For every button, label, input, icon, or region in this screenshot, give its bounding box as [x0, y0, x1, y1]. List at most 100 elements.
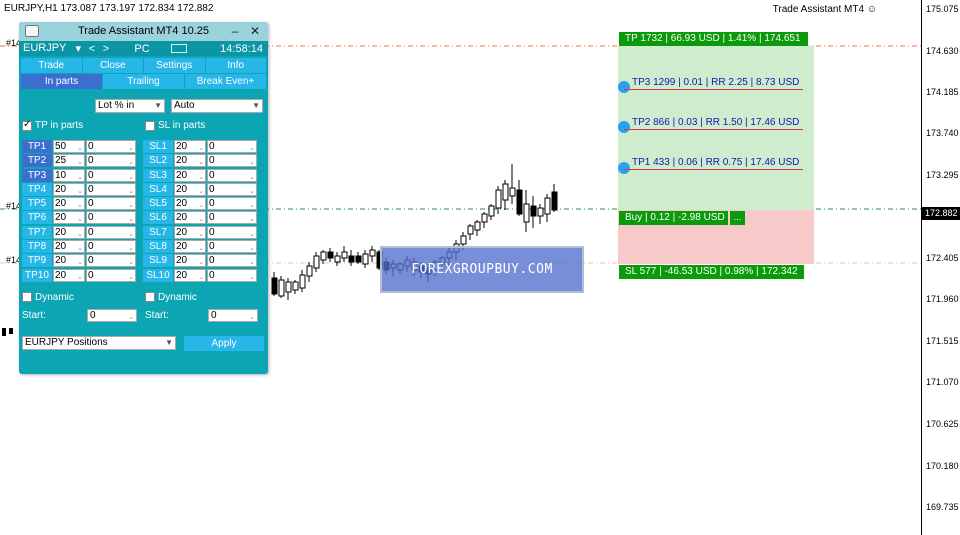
tp-row: TP1 50 ⌃ ⌄ 0 ⌃ ⌄: [22, 139, 136, 153]
tp-percent-input[interactable]: 20 ⌃ ⌄: [53, 239, 85, 254]
tab-settings[interactable]: Settings: [144, 58, 205, 73]
sl-percent-input[interactable]: 20 ⌃ ⌄: [174, 168, 206, 182]
tp-points-input[interactable]: 0 ⌃ ⌄: [86, 253, 136, 268]
dynamic-sl-checkbox[interactable]: Dynamic: [145, 292, 268, 303]
tp-level-button[interactable]: TP8: [22, 240, 52, 254]
sl-points-input[interactable]: 0 ⌃ ⌄: [207, 268, 257, 282]
tp-input-value: 0: [88, 255, 94, 267]
positions-select[interactable]: EURJPY Positions ▼: [22, 336, 176, 351]
tp-points-input[interactable]: 0 ⌃ ⌄: [86, 139, 136, 153]
prev-symbol-button[interactable]: <: [85, 43, 99, 55]
sl-input-value: 20: [176, 169, 188, 181]
sl-level-button[interactable]: SL2: [143, 154, 173, 168]
tp-points-input[interactable]: 0 ⌃ ⌄: [86, 168, 136, 182]
tp-points-input[interactable]: 0 ⌃ ⌄: [86, 239, 136, 254]
tp-points-input[interactable]: 0 ⌃ ⌄: [86, 182, 136, 196]
tp-level-button[interactable]: TP1: [22, 140, 52, 153]
symbol-select[interactable]: EURJPY ▾: [19, 42, 85, 55]
tp2-level[interactable]: TP2 866 | 0.03 | RR 1.50 | 17.46 USD: [624, 117, 804, 130]
sl-level-button[interactable]: SL5: [143, 197, 173, 211]
sl-percent-input[interactable]: 20 ⌃ ⌄: [174, 196, 206, 211]
tp-percent-input[interactable]: 20 ⌃ ⌄: [53, 225, 85, 239]
sl-points-input[interactable]: 0 ⌃ ⌄: [207, 196, 257, 211]
buy-tag[interactable]: Buy | 0.12 | -2.98 USD: [619, 211, 728, 225]
tab-trailing[interactable]: Trailing: [103, 74, 184, 89]
tp-level-button[interactable]: TP7: [22, 225, 52, 239]
sl-percent-input[interactable]: 20 ⌃ ⌄: [174, 225, 206, 239]
sl-percent-input[interactable]: 20 ⌃ ⌄: [174, 139, 206, 153]
sl-level-button[interactable]: SL1: [143, 140, 173, 153]
tp-points-input[interactable]: 0 ⌃ ⌄: [86, 268, 136, 282]
sl-points-input[interactable]: 0 ⌃ ⌄: [207, 253, 257, 268]
sl-points-input[interactable]: 0 ⌃ ⌄: [207, 225, 257, 239]
dynamic-tp-checkbox[interactable]: Dynamic: [22, 292, 145, 303]
close-button[interactable]: ✕: [246, 22, 264, 41]
apply-button[interactable]: Apply: [184, 335, 264, 351]
tp-level-button[interactable]: TP2: [22, 154, 52, 168]
tp1-level[interactable]: TP1 433 | 0.06 | RR 0.75 | 17.46 USD: [624, 157, 804, 170]
tab-in-parts[interactable]: In parts: [21, 74, 102, 89]
sl-level-button[interactable]: SL4: [143, 182, 173, 196]
sl-percent-input[interactable]: 20 ⌃ ⌄: [174, 182, 206, 196]
sl-level-button[interactable]: SL8: [143, 240, 173, 254]
tp-points-input[interactable]: 0 ⌃ ⌄: [86, 196, 136, 211]
sl-level-button[interactable]: SL9: [143, 254, 173, 268]
sl-percent-input[interactable]: 20 ⌃ ⌄: [174, 253, 206, 268]
sl-percent-input[interactable]: 20 ⌃ ⌄: [174, 210, 206, 225]
tp-percent-input[interactable]: 20 ⌃ ⌄: [53, 210, 85, 225]
tp-percent-input[interactable]: 50 ⌃ ⌄: [53, 139, 85, 153]
next-symbol-button[interactable]: >: [99, 43, 113, 55]
tab-close[interactable]: Close: [82, 58, 143, 73]
start-input-sl[interactable]: 0 ⌃ ⌄: [208, 308, 258, 322]
minimize-button[interactable]: –: [226, 22, 244, 41]
start-input-tp[interactable]: 0 ⌃ ⌄: [87, 308, 137, 322]
tp-percent-input[interactable]: 20 ⌃ ⌄: [53, 182, 85, 196]
auto-mode-select[interactable]: Auto ▼: [171, 99, 263, 113]
sl-percent-input[interactable]: 20 ⌃ ⌄: [174, 239, 206, 254]
sl-points-input[interactable]: 0 ⌃ ⌄: [207, 239, 257, 254]
tp-percent-input[interactable]: 10 ⌃ ⌄: [53, 168, 85, 182]
buy-more-button[interactable]: ...: [730, 211, 745, 225]
tp-level-button[interactable]: TP10: [22, 268, 52, 282]
sl-points-input[interactable]: 0 ⌃ ⌄: [207, 153, 257, 168]
keyboard-icon[interactable]: [171, 44, 187, 53]
mode-label[interactable]: PC: [113, 43, 171, 55]
tp3-level[interactable]: TP3 1299 | 0.01 | RR 2.25 | 8.73 USD: [624, 77, 804, 90]
tp-in-parts-checkbox[interactable]: TP in parts: [22, 119, 145, 131]
spinner-icon: ⌃ ⌄: [77, 239, 83, 253]
sl-level-button[interactable]: SL3: [143, 168, 173, 182]
tp-level-button[interactable]: TP9: [22, 254, 52, 268]
tp-percent-input[interactable]: 20 ⌃ ⌄: [53, 196, 85, 211]
sl-tag[interactable]: SL 577 | -46.53 USD | 0.98% | 172.342: [619, 265, 804, 279]
tab-break-even[interactable]: Break Even+: [185, 74, 266, 89]
tp-tag[interactable]: TP 1732 | 66.93 USD | 1.41% | 174.651: [619, 32, 808, 46]
price-tick: 171.070: [926, 377, 959, 387]
sl-in-parts-checkbox[interactable]: SL in parts: [145, 120, 268, 131]
tp-points-input[interactable]: 0 ⌃ ⌄: [86, 225, 136, 239]
tp-level-button[interactable]: TP6: [22, 211, 52, 225]
tp-percent-input[interactable]: 25 ⌃ ⌄: [53, 153, 85, 168]
sl-level-button[interactable]: SL10: [143, 268, 173, 282]
sl-points-input[interactable]: 0 ⌃ ⌄: [207, 182, 257, 196]
sl-level-button[interactable]: SL6: [143, 211, 173, 225]
tp-points-input[interactable]: 0 ⌃ ⌄: [86, 210, 136, 225]
tp-input-value: 20: [55, 255, 67, 267]
sl-level-button[interactable]: SL7: [143, 225, 173, 239]
sl-percent-input[interactable]: 20 ⌃ ⌄: [174, 268, 206, 282]
tp-points-input[interactable]: 0 ⌃ ⌄: [86, 153, 136, 168]
sl-points-input[interactable]: 0 ⌃ ⌄: [207, 168, 257, 182]
tab-info[interactable]: Info: [205, 58, 266, 73]
tp-level-button[interactable]: TP4: [22, 182, 52, 196]
take-profit-zone[interactable]: [618, 46, 814, 210]
tp-percent-input[interactable]: 20 ⌃ ⌄: [53, 253, 85, 268]
tab-trade[interactable]: Trade: [21, 58, 82, 73]
lot-mode-select[interactable]: Lot % in ▼: [95, 99, 165, 113]
panel-titlebar[interactable]: Trade Assistant MT4 10.25 – ✕: [19, 22, 268, 41]
tp-level-button[interactable]: TP3: [22, 168, 52, 182]
sl-percent-input[interactable]: 20 ⌃ ⌄: [174, 153, 206, 168]
sl-points-input[interactable]: 0 ⌃ ⌄: [207, 139, 257, 153]
tp-level-button[interactable]: TP5: [22, 197, 52, 211]
tp-percent-input[interactable]: 20 ⌃ ⌄: [53, 268, 85, 282]
sl-points-input[interactable]: 0 ⌃ ⌄: [207, 210, 257, 225]
spinner-icon: ⌃ ⌄: [128, 210, 134, 224]
